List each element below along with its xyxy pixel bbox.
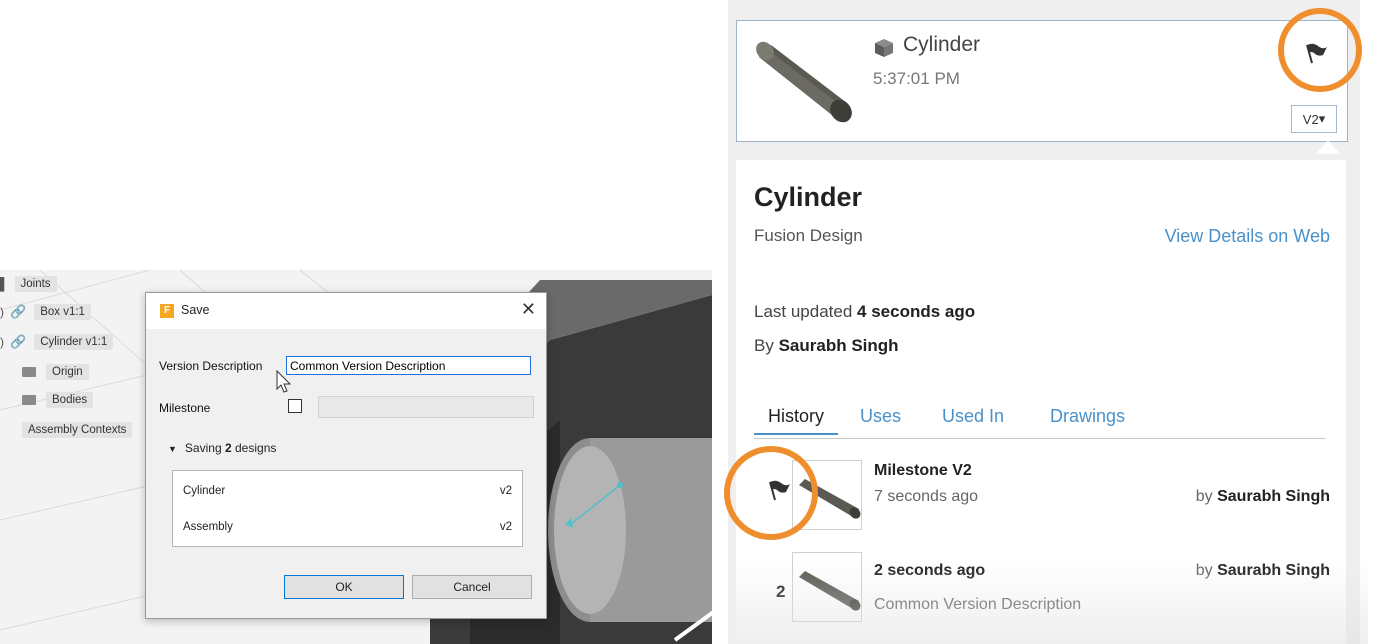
history-author-name: Saurabh Singh: [1217, 562, 1330, 579]
version-card[interactable]: Cylinder 5:37:01 PM V2 ▾: [736, 20, 1348, 142]
milestone-label: Milestone: [159, 401, 211, 415]
tree-item-joints[interactable]: ▌ Joints: [0, 274, 57, 294]
tree-item-origin[interactable]: Origin: [22, 362, 89, 382]
cancel-button[interactable]: Cancel: [412, 575, 532, 599]
caret-down-icon: ▾: [1318, 111, 1326, 126]
history-description: Common Version Description: [874, 596, 1082, 613]
tab-uses[interactable]: Uses: [846, 404, 915, 429]
save-dialog: F Save ✕ Version Description Milestone ▼…: [145, 292, 547, 619]
box-icon: [875, 39, 893, 57]
history-author: by Saurabh Singh: [1196, 562, 1330, 580]
version-description-label: Version Description: [159, 359, 263, 373]
triangle-down-icon: ▼: [168, 444, 177, 454]
panel-caret: [1316, 140, 1340, 154]
chain-link-icon: 🔗: [10, 334, 27, 349]
saving-count: 2: [224, 441, 232, 455]
folder-icon: [22, 367, 36, 377]
tree-item-label: Origin: [46, 364, 89, 380]
tree-item-label: Cylinder v1:1: [34, 334, 114, 350]
chain-link-icon: 🔗: [10, 304, 27, 319]
tab-history[interactable]: History: [754, 404, 839, 435]
mouse-cursor-icon: [276, 370, 292, 393]
folder-icon: [22, 395, 36, 405]
milestone-name-input[interactable]: [318, 396, 534, 418]
history-author: by Saurabh Singh: [1196, 488, 1330, 506]
design-title: Cylinder: [754, 182, 863, 212]
author-name: Saurabh Singh: [778, 336, 899, 355]
last-updated-value: 4 seconds ago: [857, 302, 976, 321]
highlight-ring: [1278, 8, 1362, 92]
fusion-workspace: ▌ Joints ) 🔗 Box v1:1 ) 🔗 Cylinder v1:1 …: [0, 270, 712, 644]
design-version: v2: [499, 521, 512, 533]
design-name: Assembly: [183, 521, 233, 533]
author-prefix: By: [754, 336, 774, 355]
tree-bracket: ): [0, 335, 4, 349]
milestone-checkbox[interactable]: [288, 399, 302, 413]
tree-item-bodies[interactable]: Bodies: [22, 390, 94, 410]
dialog-title: Save: [181, 303, 210, 317]
version-dropdown[interactable]: V2 ▾: [1291, 105, 1337, 133]
card-design-name: Cylinder: [903, 33, 981, 56]
tree-item-label: Assembly Contexts: [22, 422, 133, 438]
tab-drawings[interactable]: Drawings: [1036, 404, 1139, 429]
saving-prefix: Saving: [184, 441, 222, 455]
highlight-ring: [724, 446, 818, 540]
tree-item-label: Joints: [14, 276, 57, 292]
history-author-prefix: by: [1195, 562, 1213, 579]
design-name: Cylinder: [183, 485, 226, 497]
cylinder-thumbnail: [756, 41, 852, 123]
history-time: 7 seconds ago: [874, 488, 979, 505]
last-updated-prefix: Last updated: [754, 302, 853, 321]
list-item: Cylinder v2: [183, 481, 512, 501]
history-author-prefix: by: [1195, 488, 1213, 505]
close-icon[interactable]: ✕: [521, 299, 536, 320]
ok-button[interactable]: OK: [284, 575, 404, 599]
history-title: 2 seconds ago: [874, 562, 986, 579]
history-thumbnail: [792, 552, 862, 622]
saving-suffix: designs: [235, 441, 277, 455]
details-card: Cylinder Fusion Design View Details on W…: [736, 160, 1368, 644]
last-updated: Last updated 4 seconds ago: [754, 302, 975, 322]
tree-item-label: Box v1:1: [34, 304, 91, 320]
version-description-input[interactable]: [286, 356, 531, 375]
tree-item-cylinder[interactable]: ) 🔗 Cylinder v1:1: [0, 332, 114, 352]
list-item: Assembly v2: [183, 517, 512, 537]
version-number: 2: [776, 582, 786, 601]
tree-bracket: ): [0, 305, 4, 319]
tree-bracket: ▌: [0, 277, 9, 291]
cylinder-thumbnail: [799, 571, 861, 611]
tree-item-assembly-contexts[interactable]: Assembly Contexts: [22, 420, 133, 440]
tree-item-label: Bodies: [46, 392, 94, 408]
saving-designs-toggle[interactable]: ▼ Saving 2 designs: [168, 441, 276, 455]
data-panel: Cylinder 5:37:01 PM V2 ▾ Cylinder Fusion…: [724, 0, 1368, 644]
tree-item-box[interactable]: ) 🔗 Box v1:1: [0, 302, 91, 322]
version-value: V2: [1302, 111, 1319, 127]
tab-used-in[interactable]: Used In: [928, 404, 1018, 429]
designs-list: Cylinder v2 Assembly v2: [172, 470, 523, 547]
design-version: v2: [499, 485, 512, 497]
design-type: Fusion Design: [754, 226, 863, 245]
history-author-name: Saurabh Singh: [1217, 488, 1330, 505]
view-details-link[interactable]: View Details on Web: [1165, 226, 1330, 247]
fusion-logo-icon: F: [160, 304, 174, 318]
tab-bar: History Uses Used In Drawings: [754, 404, 1326, 439]
card-timestamp: 5:37:01 PM: [873, 69, 960, 88]
history-title: Milestone V2: [874, 462, 972, 479]
author-line: By Saurabh Singh: [754, 336, 899, 356]
dialog-titlebar: F Save ✕: [146, 293, 546, 329]
